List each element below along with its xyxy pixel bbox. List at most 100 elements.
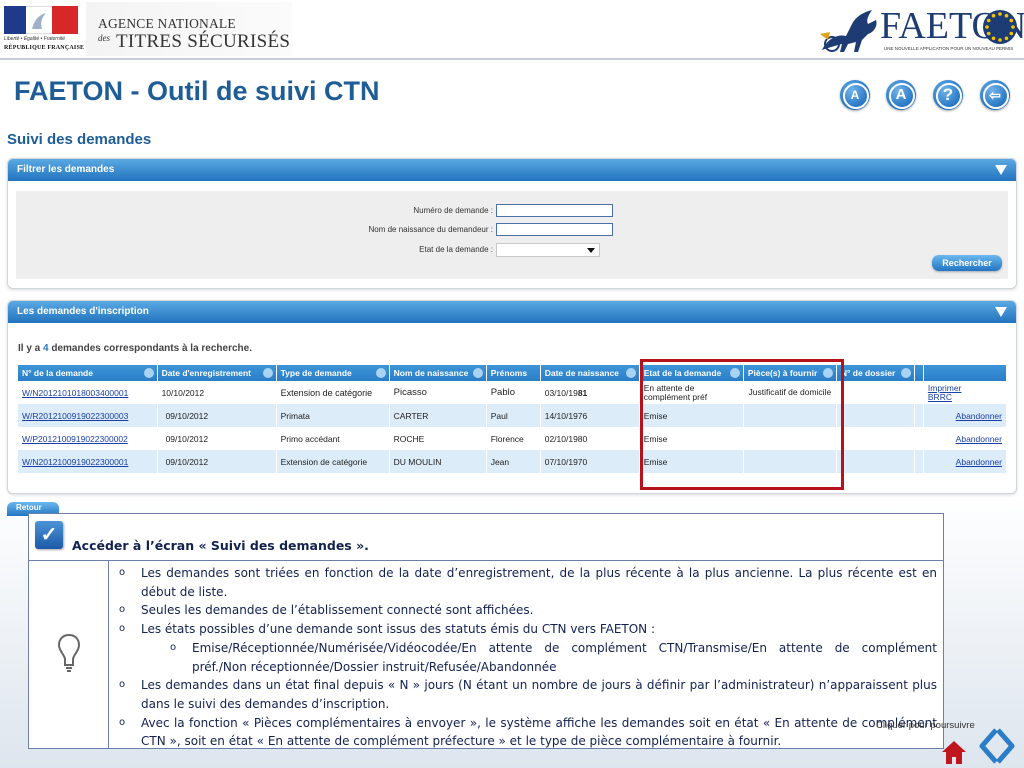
cell-date-naiss: 14/10/1976 [540, 404, 640, 427]
cell-pieces [743, 427, 837, 450]
list-item: o Les demandes sont triées en fonction de… [119, 566, 937, 599]
collapse-triangle-icon[interactable] [995, 307, 1007, 317]
sort-icon[interactable] [262, 368, 273, 378]
toolbar-icons: A A ? ⇦ [838, 80, 1014, 112]
col-type[interactable]: Type de demande [276, 365, 390, 381]
filter-panel-header[interactable]: Filtrer les demandes [8, 159, 1016, 181]
numero-input[interactable] [496, 204, 613, 217]
ants-line1: AGENCE NATIONALE [98, 16, 236, 31]
cell-etat: Emise [639, 427, 744, 450]
cell-type: Extension de catégorie [276, 450, 390, 473]
results-panel: Les demandes d'inscription Il y a 4 dema… [7, 300, 1017, 494]
table-row[interactable]: W/N2012100919022300001 09/10/2012 Extens… [18, 450, 1008, 473]
rf-motto: Liberté • Égalité • Fraternité [4, 36, 66, 42]
brrc-link[interactable]: BRRC [928, 392, 952, 402]
cell-etat: Emise [639, 450, 744, 473]
cell-type: Primo accédant [276, 427, 390, 450]
sort-icon[interactable] [625, 368, 636, 378]
page-title: FAETON - Outil de suivi CTN [14, 76, 380, 106]
cell-pieces [743, 404, 837, 427]
cell-nom: DU MOULIN [389, 450, 487, 473]
list-item: o Les demandes dans un état final depuis … [119, 678, 937, 711]
cell-date-naiss: 07/10/1970 [540, 450, 640, 473]
font-increase-icon[interactable]: A [886, 80, 916, 110]
list-subitem: o Emise/Réceptionnée/Numérisée/Vidéocodée… [170, 640, 937, 674]
demande-link[interactable]: W/P2012100919022300002 [22, 434, 128, 444]
results-table: N° de la demande Date d'enregistrement T… [18, 365, 1008, 473]
cell-etat: Emise [639, 404, 744, 427]
cell-date-enreg: 09/10/2012 [157, 427, 277, 450]
cell-prenom: Jean [486, 450, 541, 473]
table-row[interactable]: W/R2012100919022300003 09/10/2012 Primat… [18, 404, 1008, 427]
col-nom[interactable]: Nom de naissance [389, 365, 487, 381]
sort-icon[interactable] [729, 368, 740, 378]
sort-icon[interactable] [143, 368, 154, 378]
cell-pieces [743, 450, 837, 473]
table-row[interactable]: W/N2012101018003400001 10/10/2012 Extens… [18, 381, 1008, 404]
checkmark-icon: ✓ [35, 521, 63, 549]
search-button[interactable]: Rechercher [932, 255, 1002, 271]
results-panel-header[interactable]: Les demandes d'inscription [8, 301, 1016, 323]
col-pieces[interactable]: Pièce(s) à fournir [743, 365, 837, 381]
cell-dossier [836, 381, 915, 404]
demande-link[interactable]: W/R2012100919022300003 [22, 411, 128, 421]
font-decrease-icon[interactable]: A [840, 80, 870, 110]
cell-prenom: Pablo [486, 381, 541, 404]
cell-dossier [836, 450, 915, 473]
abandonner-link[interactable]: Abandonner [956, 434, 1002, 444]
cell-nom: Picasso [389, 381, 487, 404]
cell-nom: CARTER [389, 404, 487, 427]
sort-icon[interactable] [900, 368, 911, 378]
help-icon[interactable]: ? [933, 80, 963, 110]
col-etat[interactable]: Etat de la demande [639, 365, 744, 381]
cell-type: Extension de catégorie [276, 381, 390, 404]
list-item: o Seules les demandes de l’établissement … [119, 603, 534, 618]
cell-actions: Abandonner [923, 404, 1008, 427]
col-blank [914, 365, 924, 381]
col-date-naiss[interactable]: Date de naissance [540, 365, 640, 381]
col-dossier[interactable]: N° de dossier [836, 365, 915, 381]
cell-prenom: Florence [486, 427, 541, 450]
col-numero[interactable]: N° de la demande [18, 365, 158, 381]
home-icon[interactable] [940, 738, 968, 766]
cell-actions: Imprimer BRRC [923, 381, 1008, 404]
table-row[interactable]: W/P2012100919022300002 09/10/2012 Primo … [18, 427, 1008, 450]
abandonner-link[interactable]: Abandonner [956, 457, 1002, 467]
cell-date-naiss: 03/10/1981 [540, 381, 640, 404]
lightbulb-icon [57, 633, 81, 672]
cell-type: Primata [276, 404, 390, 427]
french-flag-icon [4, 6, 78, 34]
nom-input[interactable] [496, 223, 613, 236]
list-item: o Les états possibles d’une demande sont … [119, 622, 656, 637]
info-header: ✓ Accéder à l’écran « Suivi des demandes… [29, 514, 943, 561]
collapse-triangle-icon[interactable] [995, 165, 1007, 175]
sort-icon[interactable] [472, 368, 483, 378]
faeton-logo: FAETON UNE NOUVELLE APPLICATION POUR UN … [818, 4, 1024, 56]
continue-note: Cliquer pour poursuivre [876, 720, 975, 731]
results-panel-title: Les demandes d'inscription [17, 306, 149, 317]
cell-dossier [836, 404, 915, 427]
demande-link[interactable]: W/N2012100919022300001 [22, 457, 128, 467]
rf-name: RÉPUBLIQUE FRANÇAISE [4, 45, 85, 51]
results-count: Il y a 4 demandes correspondants à la re… [18, 343, 252, 354]
etat-select[interactable] [496, 243, 600, 257]
filter-form: Numéro de demande : Nom de naissance du … [16, 191, 1008, 279]
col-prenom[interactable]: Prénoms [486, 365, 541, 381]
col-actions [923, 365, 1008, 381]
next-prev-arrows-icon[interactable] [976, 726, 1018, 766]
site-header: Liberté • Égalité • Fraternité RÉPUBLIQU… [0, 0, 1024, 60]
cell-date-enreg: 09/10/2012 [157, 450, 277, 473]
numero-label: Numéro de demande : [413, 206, 493, 215]
cell-nom: ROCHE [389, 427, 487, 450]
sort-icon[interactable] [822, 368, 833, 378]
filter-panel-title: Filtrer les demandes [17, 164, 115, 175]
logout-icon[interactable]: ⇦ [980, 80, 1010, 110]
cell-prenom: Paul [486, 404, 541, 427]
nom-label: Nom de naissance du demandeur : [368, 225, 493, 234]
demande-link[interactable]: W/N2012101018003400001 [22, 388, 128, 398]
col-date-enreg[interactable]: Date d'enregistrement [157, 365, 277, 381]
sort-icon[interactable] [375, 368, 386, 378]
abandonner-link[interactable]: Abandonner [956, 411, 1002, 421]
cell-dossier [836, 427, 915, 450]
cell-etat: En attente de complément préf [639, 381, 744, 404]
